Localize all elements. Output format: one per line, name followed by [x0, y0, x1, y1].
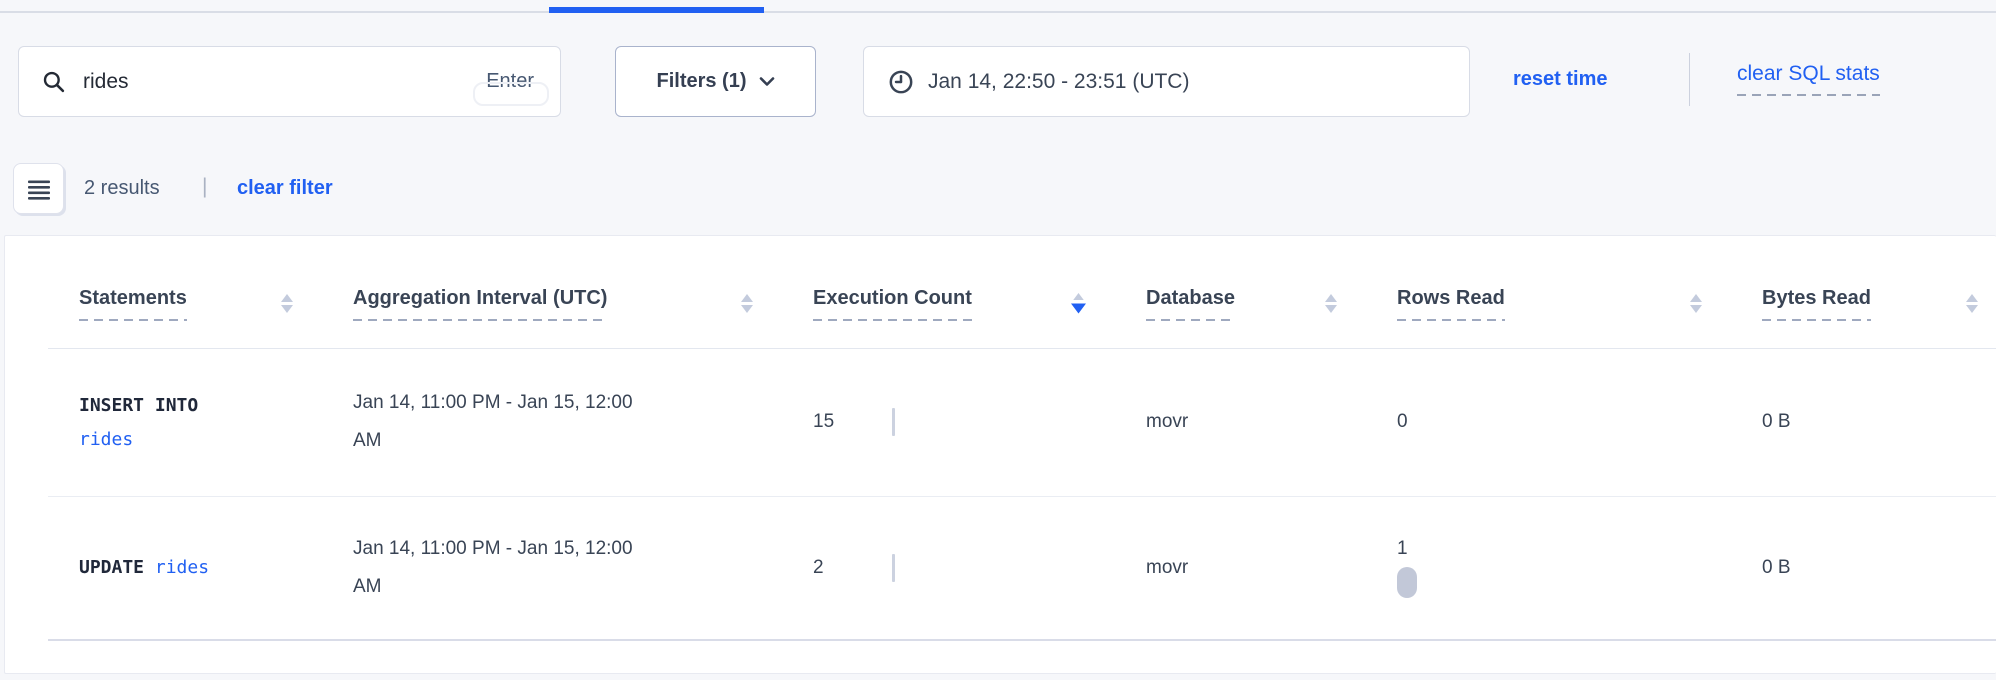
bytes-read-value: 0 B: [1762, 411, 1791, 432]
statement-keyword: UPDATE: [79, 557, 144, 578]
sort-icon[interactable]: [741, 294, 753, 313]
execution-count-bar: [892, 554, 895, 582]
table-header-row: Statements Aggregation Interval (UTC): [48, 236, 1996, 348]
statement-table-link[interactable]: rides: [79, 429, 133, 450]
sort-icon[interactable]: [1966, 294, 1978, 313]
tab-bar-border: [0, 11, 1996, 13]
statement-table-link[interactable]: rides: [155, 557, 209, 578]
column-selector-button[interactable]: [13, 163, 64, 214]
column-header-bytes-read[interactable]: Bytes Read: [1720, 236, 1996, 348]
clear-filter-link[interactable]: clear filter: [237, 177, 333, 200]
chevron-down-icon: [759, 76, 775, 87]
column-header-database[interactable]: Database: [1104, 236, 1355, 348]
database-value: movr: [1146, 557, 1188, 578]
table-row: UPDATE rides Jan 14, 11:00 PM - Jan 15, …: [48, 496, 1996, 640]
enter-key-hint: Enter: [486, 70, 534, 93]
execution-count-bar: [892, 408, 895, 436]
rows-read-value: 1: [1397, 538, 1408, 560]
search-box[interactable]: Enter: [18, 46, 561, 117]
sort-icon-active-desc[interactable]: [1071, 293, 1086, 314]
statement-keyword: INSERT INTO: [79, 395, 311, 416]
statement-link[interactable]: INSERT INTO rides: [79, 395, 311, 450]
rows-read-value: 0: [1397, 411, 1408, 432]
reset-time-link[interactable]: reset time: [1513, 68, 1608, 91]
sort-icon[interactable]: [1690, 294, 1702, 313]
toolbar-divider: [1689, 53, 1690, 106]
clear-sql-stats-link[interactable]: clear SQL stats: [1737, 62, 1880, 96]
sort-icon[interactable]: [1325, 294, 1337, 313]
columns-menu-icon: [27, 177, 51, 201]
column-header-execution-count[interactable]: Execution Count: [771, 236, 1104, 348]
statements-table: Statements Aggregation Interval (UTC): [48, 236, 1996, 641]
column-header-aggregation-interval[interactable]: Aggregation Interval (UTC): [311, 236, 771, 348]
rows-read-bar: [1397, 567, 1417, 598]
time-range-label: Jan 14, 22:50 - 23:51 (UTC): [928, 70, 1189, 94]
results-separator: |: [202, 175, 207, 199]
sort-icon[interactable]: [281, 294, 293, 313]
statement-link[interactable]: UPDATE rides: [79, 557, 311, 578]
column-header-rows-read[interactable]: Rows Read: [1355, 236, 1720, 348]
statements-card: Statements Aggregation Interval (UTC): [4, 235, 1996, 674]
table-row: INSERT INTO rides Jan 14, 11:00 PM - Jan…: [48, 348, 1996, 496]
search-input[interactable]: [83, 70, 486, 94]
clock-icon: [888, 69, 914, 95]
filters-button[interactable]: Filters (1): [615, 46, 816, 117]
column-header-statements[interactable]: Statements: [48, 236, 311, 348]
execution-count-value: 15: [813, 411, 873, 433]
execution-count-value: 2: [813, 557, 873, 579]
time-range-picker[interactable]: Jan 14, 22:50 - 23:51 (UTC): [863, 46, 1470, 117]
aggregation-interval: Jan 14, 11:00 PM - Jan 15, 12:00 AM: [353, 530, 648, 606]
bytes-read-value: 0 B: [1762, 557, 1791, 578]
database-value: movr: [1146, 411, 1188, 432]
search-icon: [41, 69, 67, 95]
active-tab-indicator: [549, 7, 764, 13]
aggregation-interval: Jan 14, 11:00 PM - Jan 15, 12:00 AM: [353, 384, 648, 460]
filters-label: Filters (1): [656, 70, 746, 93]
results-count: 2 results: [84, 177, 160, 200]
